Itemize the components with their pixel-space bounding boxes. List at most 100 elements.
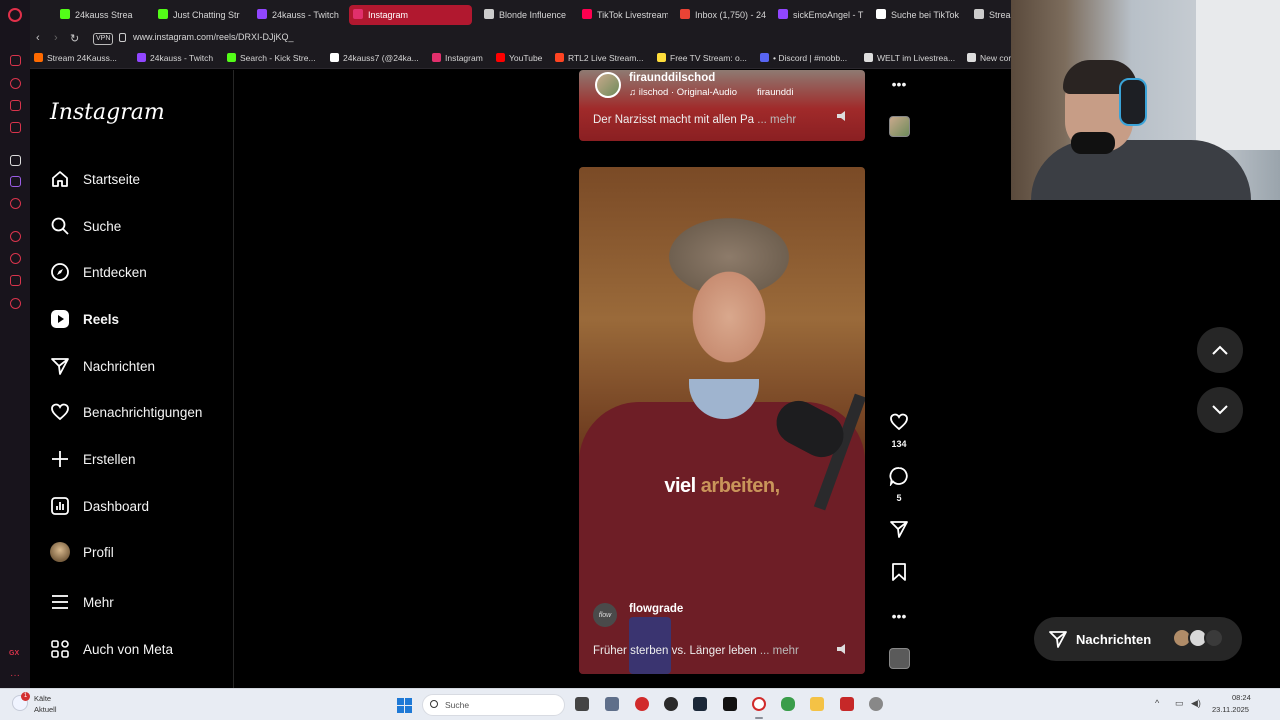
nav-reels[interactable]: Reels — [50, 304, 119, 334]
nav-create[interactable]: Erstellen — [50, 444, 136, 474]
messenger-icon[interactable] — [10, 78, 21, 89]
nav-label: Dashboard — [83, 498, 150, 514]
prev-audio-thumb[interactable] — [884, 116, 914, 137]
tab[interactable]: Strea — [970, 5, 1011, 25]
bookmark-item[interactable]: YouTube — [496, 53, 542, 63]
more-link[interactable]: ... mehr — [760, 645, 799, 657]
bookmark-item[interactable]: • Discord | #mobb... — [760, 53, 847, 63]
weather-subtitle[interactable]: Aktuell — [34, 705, 57, 714]
tab[interactable]: Blonde Influence — [480, 5, 570, 25]
account-name[interactable]: flowgrade — [629, 603, 683, 615]
tab[interactable]: TikTok Livestream — [578, 5, 668, 25]
nav-label: Startseite — [83, 171, 141, 187]
settings-gear-icon[interactable] — [869, 697, 883, 711]
bookmark-item[interactable]: WELT im Livestrea... — [864, 53, 955, 63]
reel-account[interactable]: flow flowgrade — [593, 603, 683, 627]
more-dots-icon[interactable]: ··· — [10, 670, 20, 681]
music-icon[interactable] — [10, 198, 21, 209]
prev-more-options[interactable]: ••• — [884, 76, 914, 94]
nav-also-from-meta[interactable]: Auch von Meta — [50, 634, 173, 664]
tab-instagram-active[interactable]: Instagram — [349, 5, 472, 25]
game-app-icon[interactable] — [840, 697, 854, 711]
nav-profile[interactable]: Profil — [50, 537, 114, 567]
instagram-logo[interactable]: Instagram — [50, 100, 165, 125]
extensions-icon[interactable] — [10, 275, 21, 286]
epic-games-icon[interactable] — [723, 697, 737, 711]
nav-dashboard[interactable]: Dashboard — [50, 491, 149, 521]
obs-icon[interactable] — [664, 697, 678, 711]
player-icon[interactable] — [10, 231, 21, 242]
clock-time[interactable]: 08:24 — [1232, 693, 1251, 702]
nav-home[interactable]: Startseite — [50, 164, 140, 194]
taskbar-search[interactable]: Suche — [422, 694, 565, 716]
aria-icon[interactable] — [10, 55, 21, 66]
nav-messages[interactable]: Nachrichten — [50, 351, 155, 381]
tab[interactable]: Suche bei TikTok — [872, 5, 962, 25]
tray-chevron-icon[interactable]: ^ — [1155, 698, 1159, 708]
next-reel-button[interactable] — [1197, 387, 1243, 433]
gx-control-icon[interactable] — [10, 122, 21, 133]
vpn-badge[interactable]: VPN — [93, 33, 114, 45]
lock-icon[interactable] — [119, 33, 126, 42]
share-button[interactable] — [884, 519, 914, 544]
instagram-sidebar-icon[interactable] — [10, 100, 21, 111]
file-explorer-icon[interactable] — [810, 697, 824, 711]
current-reel-video[interactable]: viel arbeiten, flow flowgrade Früher ste… — [579, 167, 865, 674]
red-app-icon[interactable] — [635, 697, 649, 711]
settings-icon[interactable] — [10, 298, 21, 309]
bookmark-item[interactable]: Search - Kick Stre... — [227, 53, 316, 63]
reload-icon[interactable]: ↻ — [70, 32, 79, 45]
twitch-sidebar-icon[interactable] — [10, 176, 21, 187]
history-icon[interactable] — [10, 253, 21, 264]
windows-start-icon[interactable] — [397, 698, 412, 713]
more-link[interactable]: ... mehr — [757, 114, 796, 126]
reel-description[interactable]: Früher sterben vs. Länger leben ... mehr — [593, 645, 799, 657]
bookmark-label: New cor — [980, 53, 1012, 63]
tab[interactable]: Inbox (1,750) - 24 — [676, 5, 766, 25]
task-view-icon[interactable] — [575, 697, 589, 711]
opera-logo-icon[interactable] — [8, 8, 22, 22]
previous-reel[interactable]: firaunddilschod ♫ ilschod · Original-Aud… — [579, 70, 865, 141]
tab[interactable]: sickEmoAngel - T — [774, 5, 864, 25]
tiktok-sidebar-icon[interactable] — [10, 155, 21, 166]
back-arrow-icon[interactable]: ‹ — [36, 32, 40, 44]
account-avatar[interactable]: flow — [593, 603, 617, 627]
like-button[interactable]: 134 — [884, 412, 914, 449]
weather-title[interactable]: Kälte — [34, 694, 51, 703]
more-options[interactable]: ••• — [884, 608, 914, 626]
bookmark-item[interactable]: Free TV Stream: o... — [657, 53, 747, 63]
audio-label[interactable]: ♫ ilschod · Original-Audio — [629, 87, 737, 98]
steam-icon[interactable] — [693, 697, 707, 711]
account-name[interactable]: firaunddilschod — [629, 72, 715, 84]
bookmark-item[interactable]: Instagram — [432, 53, 483, 63]
notepad-icon[interactable] — [605, 697, 619, 711]
bookmark-item[interactable]: RTL2 Live Stream... — [555, 53, 643, 63]
sound-icon[interactable] — [837, 111, 845, 121]
reel-description[interactable]: Der Narzisst macht mit allen Pa ... mehr — [593, 114, 796, 126]
mouse-app-icon[interactable] — [781, 697, 795, 711]
bookmark-item[interactable]: Stream 24Kauss... — [34, 53, 117, 63]
forward-arrow-icon[interactable]: › — [54, 32, 58, 44]
volume-icon[interactable]: ◀) — [1191, 698, 1201, 709]
tab[interactable]: 24kauss - Twitch — [253, 5, 343, 25]
audio-thumb[interactable] — [884, 648, 914, 669]
messages-pill[interactable]: Nachrichten — [1034, 617, 1242, 661]
clock-date[interactable]: 23.11.2025 — [1212, 705, 1249, 714]
opera-gx-icon[interactable] — [752, 697, 766, 711]
save-button[interactable] — [884, 562, 914, 587]
nav-explore[interactable]: Entdecken — [50, 257, 147, 287]
nav-notifications[interactable]: Benachrichtigungen — [50, 397, 202, 427]
nav-more[interactable]: Mehr — [50, 587, 114, 617]
globe-icon — [974, 9, 984, 19]
tab[interactable]: Just Chatting Str — [154, 5, 244, 25]
network-icon[interactable]: ▭ — [1175, 698, 1184, 709]
bookmark-item[interactable]: 24kauss7 (@24ka... — [330, 53, 419, 63]
url-field[interactable]: www.instagram.com/reels/DRXI-DJjKQ_ — [133, 32, 294, 42]
bookmark-item[interactable]: New cor — [967, 53, 1011, 63]
bookmark-item[interactable]: 24kauss - Twitch — [137, 53, 213, 63]
previous-reel-button[interactable] — [1197, 327, 1243, 373]
tab[interactable]: 24kauss Strea — [56, 5, 146, 25]
nav-search[interactable]: Suche — [50, 211, 121, 241]
account-avatar[interactable] — [595, 72, 621, 98]
comment-button[interactable]: 5 — [884, 466, 914, 503]
